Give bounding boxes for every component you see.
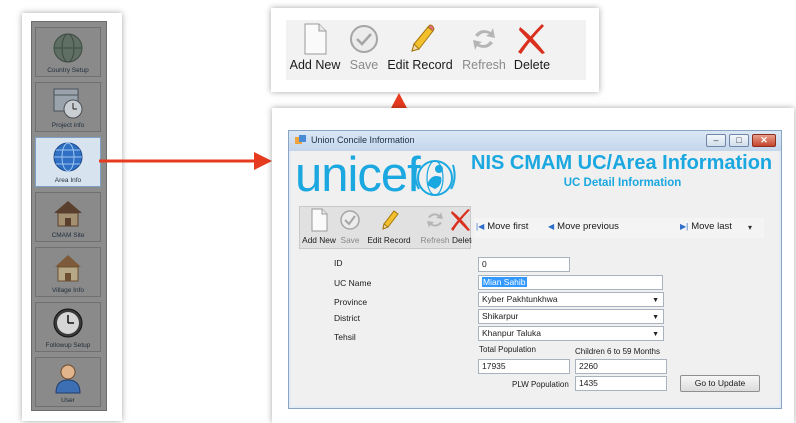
arrow-to-window-head: [254, 152, 272, 170]
window-title: Union Concile Information: [311, 135, 415, 145]
inner-save-label: Save: [340, 235, 360, 245]
inner-add-new-button[interactable]: Add New: [300, 207, 338, 249]
logo-text: unicef: [295, 148, 421, 202]
header-subtitle: UC Detail Information: [563, 177, 682, 189]
uc-name-value: Mian Sahib: [482, 277, 527, 287]
maximize-button[interactable]: □: [729, 134, 749, 147]
pencil-icon: [382, 210, 399, 230]
tehsil-value: Khanpur Taluka: [482, 328, 541, 338]
move-first-label: Move first: [487, 221, 529, 232]
inner-refresh-button[interactable]: Refresh: [418, 207, 452, 249]
id-field[interactable]: 0: [478, 257, 570, 272]
province-label: Province: [334, 297, 368, 307]
refresh-icon: [427, 212, 443, 228]
tehsil-label: Tehsil: [334, 332, 356, 342]
delete-x-icon: [451, 209, 470, 231]
chevron-down-icon: ▼: [652, 331, 659, 338]
navigator-overflow-button[interactable]: ▾: [748, 223, 752, 232]
move-first-icon: |◀: [476, 222, 485, 231]
go-to-update-button[interactable]: Go to Update: [680, 375, 760, 392]
move-last-icon: ▶|: [680, 222, 689, 231]
inner-add-new-label: Add New: [302, 235, 336, 245]
inner-delete-label: Delete: [452, 235, 472, 245]
children-field[interactable]: 2260: [575, 359, 667, 374]
window-content: unicef NIS CMAM UC/Area Information UC D…: [291, 148, 779, 406]
minimize-button[interactable]: –: [706, 134, 726, 147]
move-previous-icon: ◀: [548, 222, 555, 231]
inner-save-button[interactable]: Save: [338, 207, 362, 249]
total-population-label: Total Population: [479, 345, 536, 354]
chevron-down-icon: ▼: [652, 297, 659, 304]
inner-edit-record-label: Edit Record: [367, 235, 411, 245]
move-last-button[interactable]: ▶| Move last: [680, 221, 732, 232]
inner-delete-button[interactable]: Delete: [450, 207, 472, 249]
district-value: Shikarpur: [482, 311, 519, 321]
union-council-window: Union Concile Information – □ ✕ unicef N…: [288, 130, 782, 409]
uc-name-label: UC Name: [334, 278, 372, 288]
move-last-label: Move last: [691, 221, 732, 232]
tehsil-select[interactable]: Khanpur Taluka ▼: [478, 326, 664, 341]
app-icon: [295, 135, 306, 144]
record-navigator: |◀ Move first ◀ Move previous ▶| Move last …: [474, 218, 764, 238]
header-title: NIS CMAM UC/Area Information: [471, 152, 773, 174]
close-button[interactable]: ✕: [752, 134, 776, 147]
plw-population-field[interactable]: 1435: [575, 376, 667, 391]
total-population-field[interactable]: 17935: [478, 359, 570, 374]
district-select[interactable]: Shikarpur ▼: [478, 309, 664, 324]
province-value: Kyber Pakhtunkhwa: [482, 294, 558, 304]
inner-refresh-label: Refresh: [420, 235, 450, 245]
province-select[interactable]: Kyber Pakhtunkhwa ▼: [478, 292, 664, 307]
check-circle-icon: [340, 210, 360, 230]
plw-population-label: PLW Population: [512, 380, 569, 389]
move-first-button[interactable]: |◀ Move first: [476, 221, 528, 232]
inner-edit-record-button[interactable]: Edit Record: [362, 207, 416, 249]
district-label: District: [334, 313, 360, 323]
id-label: ID: [334, 258, 343, 268]
inner-toolbar: Add New Save Edit Record Refresh Delet: [299, 206, 472, 249]
move-previous-label: Move previous: [557, 221, 619, 232]
chevron-down-icon: ▼: [652, 314, 659, 321]
children-label: Children 6 to 59 Months: [575, 347, 660, 356]
move-previous-button[interactable]: ◀ Move previous: [548, 221, 619, 232]
new-document-icon: [311, 208, 328, 232]
uc-name-field[interactable]: Mian Sahib: [478, 275, 663, 290]
